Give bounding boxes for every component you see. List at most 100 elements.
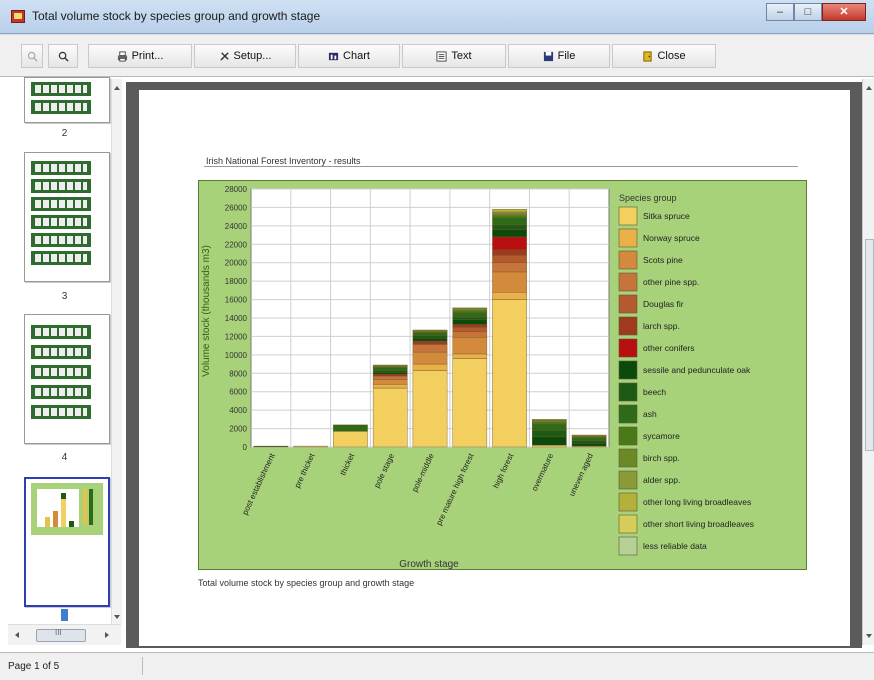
y-tick-label: 6000 bbox=[229, 388, 247, 397]
preview-vertical-scrollbar[interactable] bbox=[862, 79, 874, 645]
x-tick-label: pre thicket bbox=[293, 451, 317, 489]
bar-segment bbox=[412, 344, 448, 353]
bar-segment bbox=[372, 379, 408, 385]
scroll-up-icon bbox=[866, 86, 872, 90]
bar-segment bbox=[452, 337, 488, 355]
thumbnail-page-2[interactable] bbox=[24, 152, 110, 282]
scroll-grip: III bbox=[55, 628, 62, 637]
bar-segment bbox=[492, 217, 527, 226]
bar-segment bbox=[452, 358, 488, 448]
legend-swatch bbox=[618, 492, 638, 512]
chart-icon bbox=[328, 52, 339, 60]
bar-segment bbox=[532, 436, 567, 446]
legend-label: other pine spp. bbox=[643, 277, 699, 287]
legend-title: Species group bbox=[619, 193, 677, 203]
thumbnail-horizontal-scrollbar[interactable]: III bbox=[8, 624, 121, 645]
chart-legend: Sitka spruce Norway spruce Scots pine other… bbox=[618, 206, 754, 556]
close-button[interactable]: Close bbox=[612, 44, 716, 68]
report-caption: Total volume stock by species group and … bbox=[198, 578, 415, 588]
report-heading: Irish National Forest Inventory - result… bbox=[206, 156, 361, 166]
zoom-in-button[interactable] bbox=[21, 44, 43, 68]
legend-label: Douglas fir bbox=[643, 299, 684, 309]
text-button[interactable]: Text bbox=[402, 44, 506, 68]
bar-segment bbox=[532, 423, 567, 431]
bar-segment bbox=[452, 331, 488, 338]
bar-segment bbox=[412, 340, 448, 345]
legend-swatch bbox=[618, 228, 638, 248]
bar-segment bbox=[492, 271, 527, 293]
y-tick-label: 4000 bbox=[229, 406, 247, 415]
zoom-out-button[interactable] bbox=[48, 44, 78, 68]
bar-segment bbox=[492, 215, 527, 218]
file-button[interactable]: File bbox=[508, 44, 610, 68]
legend-label: Norway spruce bbox=[643, 233, 700, 243]
status-bar: Page 1 of 5 bbox=[0, 652, 874, 680]
chart-x-ticks: post establishment pre thicket thicket pole… bbox=[240, 451, 595, 526]
app-icon bbox=[11, 10, 25, 23]
thumbnail-table-row bbox=[31, 82, 91, 96]
bar-segment bbox=[372, 372, 408, 375]
bar-segment bbox=[333, 424, 368, 432]
stacked-bar-chart: 0 2000 4000 6000 8000 10000 12000 14000 16000 180… bbox=[201, 185, 754, 570]
bar-segment bbox=[372, 364, 408, 367]
bar-segment bbox=[372, 374, 408, 377]
horizontal-scroll-thumb[interactable]: III bbox=[36, 628, 86, 642]
bar-segment bbox=[532, 444, 567, 448]
maximize-button[interactable]: □ bbox=[794, 3, 822, 21]
page-marker bbox=[61, 609, 68, 621]
bar-segment bbox=[412, 351, 448, 365]
thumbnail-table-row bbox=[31, 345, 91, 359]
bar-segment bbox=[452, 308, 488, 311]
thumbnail-table-row bbox=[31, 233, 91, 247]
bar-segment bbox=[492, 236, 527, 251]
bar-segment bbox=[452, 319, 488, 325]
thumbnail-label: 3 bbox=[61, 291, 68, 302]
thumbnail-table-row bbox=[31, 365, 91, 379]
bar-segment bbox=[492, 255, 527, 263]
bar-segment bbox=[492, 291, 527, 300]
y-tick-label: 14000 bbox=[225, 314, 248, 323]
x-tick-label: post establishment bbox=[240, 451, 277, 516]
scroll-down-icon bbox=[114, 615, 120, 619]
chart-button[interactable]: Chart bbox=[298, 44, 400, 68]
chart-label: Chart bbox=[343, 50, 370, 62]
bar-segment bbox=[372, 375, 408, 380]
bar-segment bbox=[532, 421, 567, 425]
y-tick-label: 18000 bbox=[225, 277, 248, 286]
thumbnail-page-1[interactable] bbox=[24, 77, 110, 123]
bar-segment bbox=[412, 335, 448, 339]
thumbnail-page-3[interactable] bbox=[24, 314, 110, 444]
thumbnail-page-4-selected[interactable] bbox=[24, 477, 110, 607]
thumbnail-vertical-scrollbar[interactable] bbox=[111, 79, 122, 624]
y-tick-label: 8000 bbox=[229, 369, 247, 378]
toolbar: Print... Setup... Chart Text File Close bbox=[0, 35, 874, 77]
thumbnail-label: 2 bbox=[61, 128, 68, 139]
bar-segment bbox=[492, 211, 527, 215]
minimize-button[interactable]: – bbox=[766, 3, 794, 21]
legend-swatch bbox=[618, 382, 638, 402]
setup-button[interactable]: Setup... bbox=[194, 44, 296, 68]
legend-label: birch spp. bbox=[643, 453, 680, 463]
scroll-up-icon bbox=[114, 86, 120, 90]
legend-label: less reliable data bbox=[643, 541, 707, 551]
legend-label: sycamore bbox=[643, 431, 680, 441]
bar-segment bbox=[372, 387, 408, 448]
preview-scroll-thumb[interactable] bbox=[865, 239, 874, 451]
bar-segment bbox=[452, 312, 488, 318]
bar-segment bbox=[532, 420, 567, 423]
thumbnail-table-row bbox=[31, 251, 91, 265]
x-tick-label: uneven aged bbox=[567, 452, 595, 498]
bar-segment bbox=[571, 443, 607, 447]
thumbnail-label: 4 bbox=[61, 452, 68, 463]
bar-segment bbox=[492, 262, 527, 273]
print-button[interactable]: Print... bbox=[88, 44, 192, 68]
bar-segment bbox=[452, 316, 488, 321]
thumbnail-table-row bbox=[31, 325, 91, 339]
bar-segment bbox=[492, 209, 527, 213]
thumbnail-table-row bbox=[31, 405, 91, 419]
legend-label: beech bbox=[643, 387, 666, 397]
legend-swatch bbox=[618, 448, 638, 468]
close-window-button[interactable]: ✕ bbox=[822, 3, 866, 21]
bar-segment bbox=[452, 353, 488, 359]
bar-segment bbox=[571, 434, 607, 437]
